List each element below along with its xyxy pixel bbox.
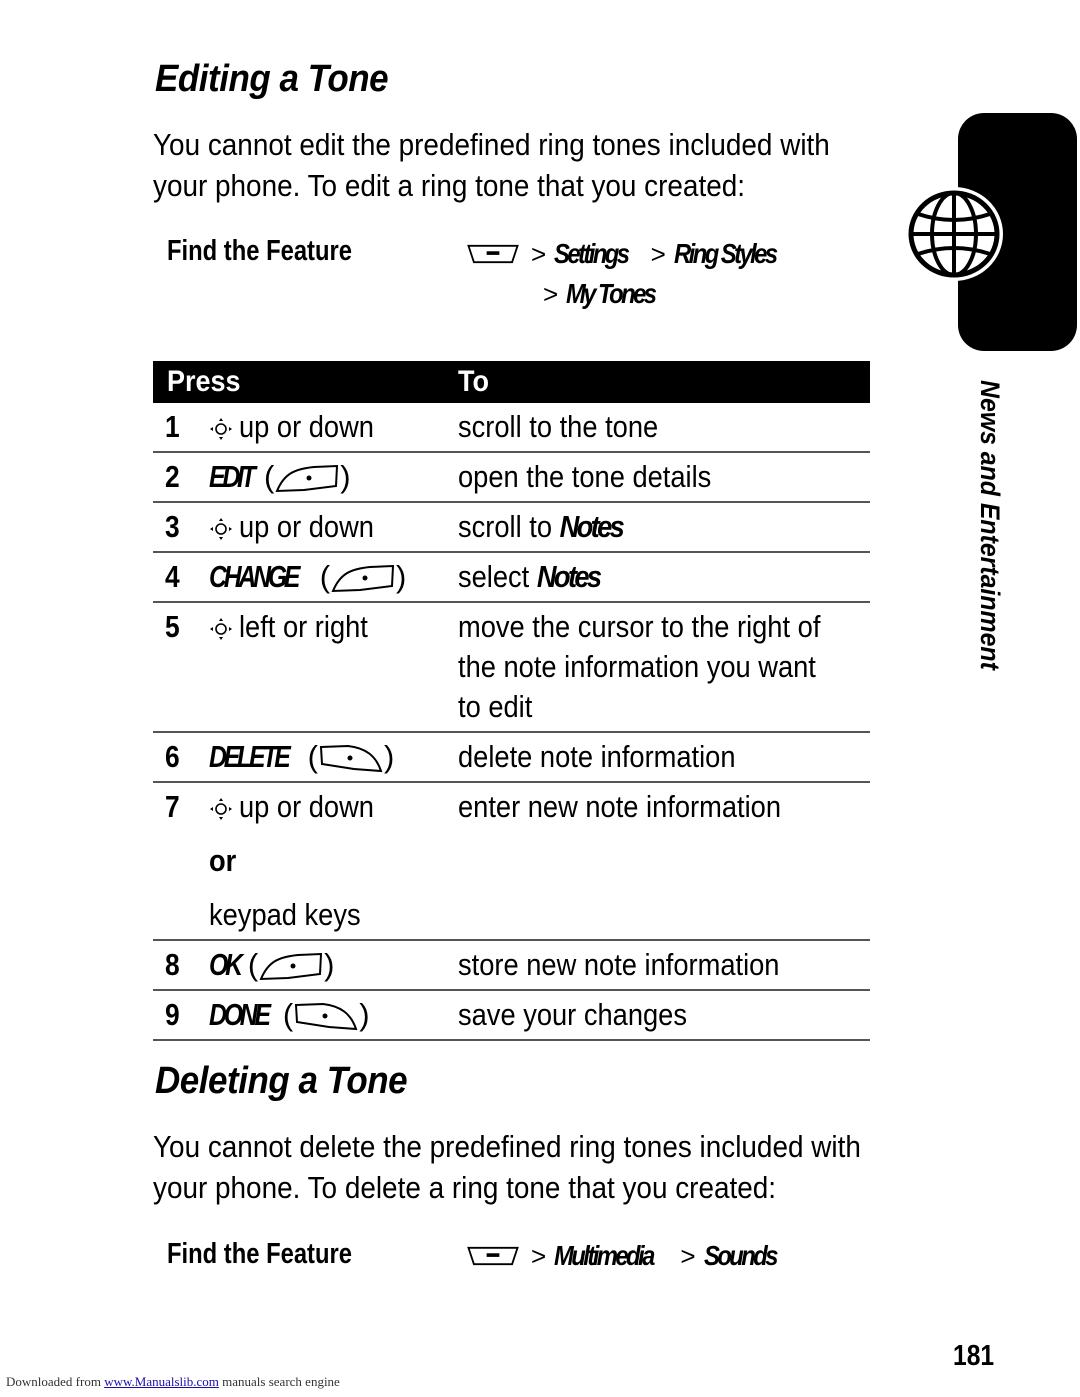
table-row: 2 EDIT() open the tone details bbox=[153, 452, 870, 503]
step-action: select Notes bbox=[458, 552, 870, 603]
step-press: up or down or keypad keys bbox=[209, 782, 459, 941]
feature-path: > Multimedia > Sounds bbox=[465, 1240, 788, 1272]
step-number: 6 bbox=[153, 732, 210, 783]
keypad-keys: keypad keys bbox=[209, 897, 361, 932]
editing-title: Editing a Tone bbox=[155, 58, 389, 100]
footer-prefix: Downloaded from bbox=[6, 1374, 105, 1389]
path-item-ring-styles: Ring Styles bbox=[673, 238, 778, 269]
editing-intro: You cannot edit the predefined ring tone… bbox=[153, 124, 830, 206]
step-number: 4 bbox=[153, 552, 210, 603]
nav-key-icon bbox=[209, 517, 233, 541]
manualslib-link[interactable]: www.Manualslib.com bbox=[104, 1374, 219, 1389]
step-action: move the cursor to the right of the note… bbox=[458, 602, 870, 733]
softkey-label: DONE bbox=[209, 997, 271, 1032]
editing-intro-line: You cannot edit the predefined ring tone… bbox=[153, 127, 830, 162]
table-row: 7 up or down or keypad keys enter new no… bbox=[153, 782, 870, 941]
find-feature-label: Find the Feature bbox=[167, 235, 352, 267]
step-number: 7 bbox=[153, 782, 210, 941]
step-number: 3 bbox=[153, 502, 210, 553]
table-row: 4 CHANGE() select Notes bbox=[153, 552, 870, 603]
right-soft-key-icon bbox=[330, 564, 396, 594]
right-soft-key-icon bbox=[258, 952, 324, 982]
table-row: 6 DELETE() delete note information bbox=[153, 732, 870, 783]
footer: Downloaded from www.Manualslib.com manua… bbox=[6, 1374, 340, 1390]
step-press: DONE() bbox=[209, 990, 459, 1041]
menu-item-notes: Notes bbox=[559, 509, 625, 544]
left-soft-key-icon bbox=[318, 744, 384, 774]
deleting-intro: You cannot delete the predefined ring to… bbox=[153, 1126, 861, 1208]
step-press: left or right bbox=[209, 602, 459, 733]
table-row: 3 up or down scroll to Notes bbox=[153, 502, 870, 553]
path-item-settings: Settings bbox=[554, 238, 630, 269]
step-action: scroll to the tone bbox=[458, 403, 870, 453]
path-separator: > bbox=[531, 238, 547, 269]
path-separator: > bbox=[650, 238, 666, 269]
deleting-title: Deleting a Tone bbox=[155, 1060, 408, 1102]
path-item-sounds: Sounds bbox=[703, 1240, 779, 1271]
footer-suffix: manuals search engine bbox=[218, 1374, 340, 1389]
menu-key-icon bbox=[465, 1246, 521, 1266]
or-label: or bbox=[209, 843, 237, 878]
softkey-label: CHANGE bbox=[209, 559, 300, 594]
path-separator: > bbox=[680, 1240, 696, 1271]
menu-item-notes: Notes bbox=[537, 559, 602, 594]
deleting-intro-line: your phone. To delete a ring tone that y… bbox=[153, 1170, 777, 1205]
deleting-intro-line: You cannot delete the predefined ring to… bbox=[153, 1129, 861, 1164]
table-row: 5 left or right move the cursor to the r… bbox=[153, 602, 870, 733]
step-number: 8 bbox=[153, 940, 210, 991]
nav-key-icon bbox=[209, 417, 233, 441]
step-action: save your changes bbox=[458, 990, 870, 1041]
section-label: News and Entertainment bbox=[975, 380, 1005, 670]
softkey-label: OK bbox=[209, 947, 243, 982]
step-number: 9 bbox=[153, 990, 210, 1041]
page-number: 181 bbox=[953, 1340, 995, 1372]
header-to: To bbox=[458, 361, 870, 403]
feature-path-cont: > My Tones bbox=[533, 278, 670, 310]
step-action: open the tone details bbox=[458, 452, 870, 503]
feature-path: > Settings > Ring Styles bbox=[465, 238, 793, 270]
step-press: OK() bbox=[209, 940, 459, 991]
table-row: 8 OK() store new note information bbox=[153, 940, 870, 991]
nav-key-icon bbox=[209, 797, 233, 821]
step-action: enter new note information bbox=[458, 782, 870, 941]
step-number: 1 bbox=[153, 403, 210, 453]
nav-key-icon bbox=[209, 617, 233, 641]
header-press: Press bbox=[153, 361, 459, 403]
find-feature-label: Find the Feature bbox=[167, 1238, 352, 1270]
step-press: DELETE() bbox=[209, 732, 459, 783]
globe-icon bbox=[905, 187, 1003, 281]
menu-key-icon bbox=[465, 244, 521, 264]
step-press: EDIT() bbox=[209, 452, 459, 503]
softkey-label: DELETE bbox=[209, 739, 291, 774]
step-action: store new note information bbox=[458, 940, 870, 991]
right-soft-key-icon bbox=[274, 464, 340, 494]
step-press: up or down bbox=[209, 502, 459, 553]
path-item-multimedia: Multimedia bbox=[554, 1240, 655, 1271]
step-action: scroll to Notes bbox=[458, 502, 870, 553]
softkey-label: EDIT bbox=[209, 459, 256, 494]
path-separator: > bbox=[531, 1240, 547, 1271]
path-item-my-tones: My Tones bbox=[566, 278, 657, 309]
table-row: 9 DONE() save your changes bbox=[153, 990, 870, 1041]
table-header-row: Press To bbox=[153, 361, 870, 403]
path-separator: > bbox=[543, 278, 559, 309]
table-row: 1 up or down scroll to the tone bbox=[153, 403, 870, 453]
step-press: up or down bbox=[209, 403, 459, 453]
step-press: CHANGE() bbox=[209, 552, 459, 603]
step-number: 2 bbox=[153, 452, 210, 503]
left-soft-key-icon bbox=[293, 1002, 359, 1032]
step-number: 5 bbox=[153, 602, 210, 733]
steps-table: Press To 1 up or down scroll to the tone… bbox=[153, 361, 870, 1041]
editing-intro-line: your phone. To edit a ring tone that you… bbox=[153, 168, 746, 203]
step-action: delete note information bbox=[458, 732, 870, 783]
